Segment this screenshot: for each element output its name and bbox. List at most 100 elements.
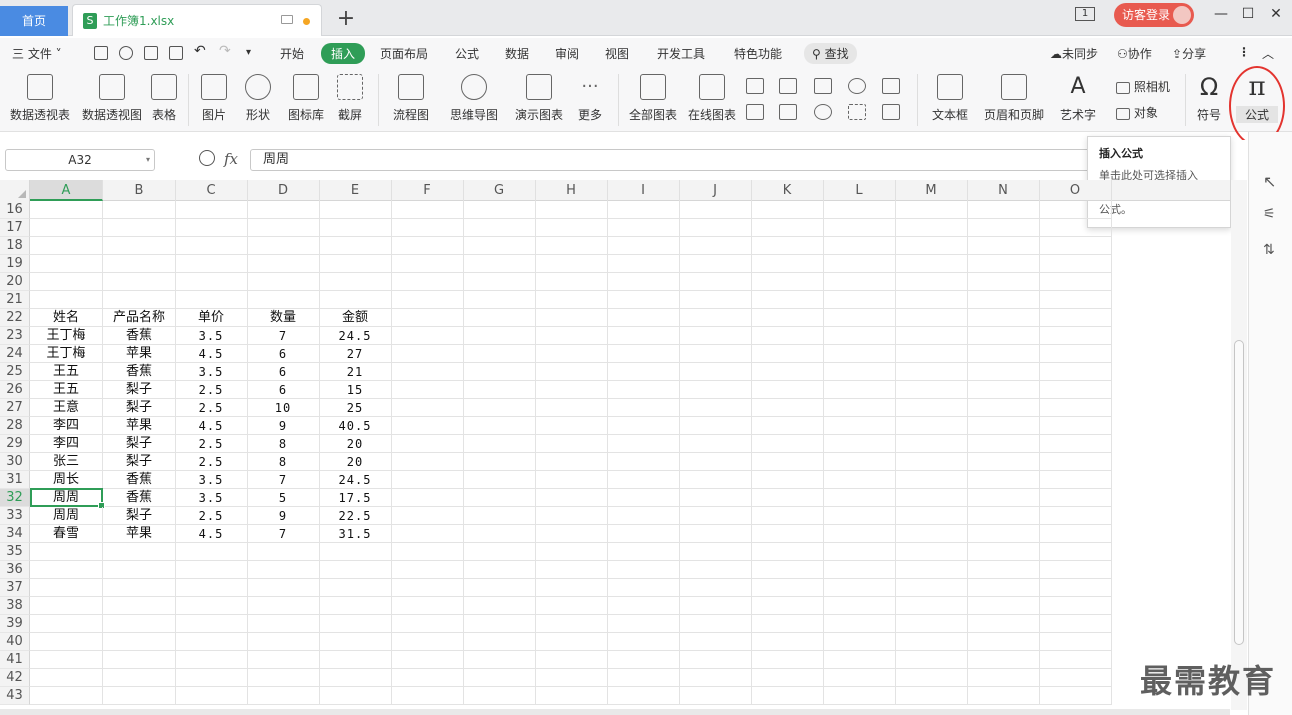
cell-o30[interactable] [1039,453,1112,471]
cell-j25[interactable] [679,363,752,381]
search-button[interactable]: ⚲ 查找 [804,43,857,64]
sync-status-button[interactable]: ☁未同步 [1050,45,1098,62]
cell-i34[interactable] [607,525,680,543]
cell-o18[interactable] [1039,237,1112,255]
cell-a17[interactable] [30,219,103,237]
cell-k29[interactable] [751,435,824,453]
cell-i43[interactable] [607,687,680,705]
undo-icon[interactable]: ↶ [194,43,206,59]
cell-j22[interactable] [679,309,752,327]
header-footer-button[interactable]: 页眉和页脚 [983,74,1045,123]
cell-g31[interactable] [463,471,536,489]
cell-m17[interactable] [895,219,968,237]
cell-h37[interactable] [535,579,608,597]
table-button[interactable]: 表格 [149,74,179,123]
cell-h43[interactable] [535,687,608,705]
cell-e42[interactable] [319,669,392,687]
menu-tab-view[interactable]: 视图 [605,45,629,62]
cell-c38[interactable] [175,597,248,615]
column-header[interactable]: E [319,180,392,201]
cell-c21[interactable] [175,291,248,309]
cell-o37[interactable] [1039,579,1112,597]
line-chart-icon[interactable] [814,78,832,94]
cell-o21[interactable] [1039,291,1112,309]
cell-i23[interactable] [607,327,680,345]
cell-b24[interactable]: 苹果 [103,345,176,363]
cell-i39[interactable] [607,615,680,633]
cell-g30[interactable] [463,453,536,471]
cell-j42[interactable] [679,669,752,687]
cell-c39[interactable] [175,615,248,633]
cell-c37[interactable] [175,579,248,597]
cell-n19[interactable] [967,255,1040,273]
cell-m25[interactable] [895,363,968,381]
cell-j23[interactable] [679,327,752,345]
cell-f32[interactable] [391,489,464,507]
cell-n35[interactable] [967,543,1040,561]
cell-f30[interactable] [391,453,464,471]
cell-d33[interactable]: 9 [247,507,320,525]
cell-o32[interactable] [1039,489,1112,507]
cell-f31[interactable] [391,471,464,489]
cell-n31[interactable] [967,471,1040,489]
row-number[interactable]: 38 [0,597,30,615]
file-menu[interactable]: 三 文件 ˅ [12,45,62,62]
cell-b38[interactable] [103,597,176,615]
cell-h35[interactable] [535,543,608,561]
cell-b30[interactable]: 梨子 [103,453,176,471]
column-header[interactable]: H [535,180,608,201]
cell-j20[interactable] [679,273,752,291]
cell-g42[interactable] [463,669,536,687]
cell-g24[interactable] [463,345,536,363]
cell-o16[interactable] [1039,201,1112,219]
radar-chart-icon[interactable] [848,78,866,94]
cell-l16[interactable] [823,201,896,219]
cell-f33[interactable] [391,507,464,525]
cell-n39[interactable] [967,615,1040,633]
cell-c43[interactable] [175,687,248,705]
cell-n32[interactable] [967,489,1040,507]
icon-library-button[interactable]: 图标库 [286,74,326,123]
cell-i20[interactable] [607,273,680,291]
cell-b16[interactable] [103,201,176,219]
cell-f36[interactable] [391,561,464,579]
cell-k25[interactable] [751,363,824,381]
row-number[interactable]: 21 [0,291,30,309]
format-painter-icon[interactable] [119,46,133,60]
stock-chart-icon[interactable] [779,104,797,120]
cell-a20[interactable] [30,273,103,291]
cell-b34[interactable]: 苹果 [103,525,176,543]
cell-n21[interactable] [967,291,1040,309]
cell-g35[interactable] [463,543,536,561]
cell-b33[interactable]: 梨子 [103,507,176,525]
column-header[interactable]: M [895,180,968,201]
more-options-icon[interactable]: ⋮ [1238,45,1250,59]
cell-g21[interactable] [463,291,536,309]
cell-m27[interactable] [895,399,968,417]
cell-l34[interactable] [823,525,896,543]
cell-m22[interactable] [895,309,968,327]
new-tab-button[interactable]: + [336,6,356,32]
cell-f26[interactable] [391,381,464,399]
cell-a29[interactable]: 李四 [30,435,103,453]
cell-d41[interactable] [247,651,320,669]
cell-e33[interactable]: 22.5 [319,507,392,525]
cell-m32[interactable] [895,489,968,507]
more-button[interactable]: ··· 更多 [572,74,608,123]
cell-a30[interactable]: 张三 [30,453,103,471]
scrollbar-thumb[interactable] [1234,340,1244,645]
cell-l43[interactable] [823,687,896,705]
cell-k16[interactable] [751,201,824,219]
cell-l24[interactable] [823,345,896,363]
cell-a23[interactable]: 王丁梅 [30,327,103,345]
cell-d18[interactable] [247,237,320,255]
wordart-button[interactable]: A 艺术字 [1054,74,1102,123]
cell-d40[interactable] [247,633,320,651]
menu-tab-formulas[interactable]: 公式 [455,45,479,62]
cell-k21[interactable] [751,291,824,309]
cell-i30[interactable] [607,453,680,471]
cell-o20[interactable] [1039,273,1112,291]
cell-k20[interactable] [751,273,824,291]
cell-o36[interactable] [1039,561,1112,579]
screenshot-button[interactable]: 截屏 [332,74,368,123]
